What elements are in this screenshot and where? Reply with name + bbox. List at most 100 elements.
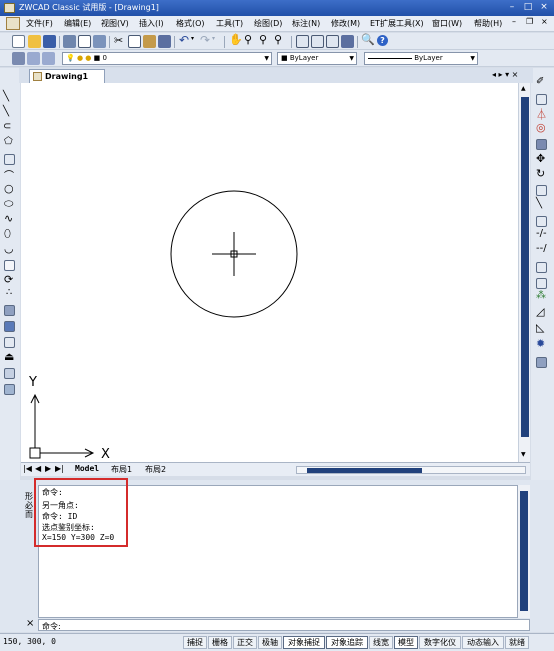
tool-palettes-icon[interactable]: [326, 35, 339, 48]
ellipse-icon[interactable]: ⬯: [4, 227, 11, 241]
dynamic-input-toggle[interactable]: 动态输入: [462, 636, 504, 649]
document-tab-navigation[interactable]: ◂ ▸ ▾ ×: [492, 70, 518, 79]
lengthen-icon[interactable]: [536, 216, 547, 227]
chamfer-icon[interactable]: ◿: [536, 305, 544, 318]
layout-nav-first-button[interactable]: |◀: [23, 464, 32, 473]
rotate-icon[interactable]: ↻: [536, 167, 545, 180]
model-toggle[interactable]: 模型: [394, 636, 418, 649]
new-icon[interactable]: [12, 35, 25, 48]
table-icon[interactable]: [4, 368, 15, 379]
linetype-dropdown[interactable]: ByLayer ▼: [364, 52, 478, 65]
doc-restore-button[interactable]: ❐: [526, 17, 533, 26]
ortho-toggle[interactable]: 正交: [233, 636, 257, 649]
layout-nav-next-button[interactable]: ▶: [45, 464, 51, 473]
offset-icon[interactable]: ◎: [536, 121, 546, 134]
horizontal-scroll-thumb[interactable]: [307, 468, 422, 473]
scroll-up-icon[interactable]: ▲: [521, 85, 526, 92]
revision-cloud-icon[interactable]: ⬭: [4, 197, 13, 211]
minimize-button[interactable]: –: [505, 1, 519, 14]
command-vertical-scrollbar[interactable]: [518, 485, 530, 618]
polyline-icon[interactable]: ⊂: [3, 121, 11, 132]
menu-window[interactable]: 窗口(W): [432, 18, 462, 29]
maximize-button[interactable]: □: [521, 1, 535, 14]
menu-insert[interactable]: 插入(I): [139, 18, 164, 29]
arc-icon[interactable]: ⌒: [4, 167, 14, 182]
close-button[interactable]: ×: [537, 1, 551, 14]
trim-icon[interactable]: -/-: [536, 228, 547, 239]
polar-toggle[interactable]: 极轴: [258, 636, 282, 649]
move-icon[interactable]: ✥: [536, 152, 545, 165]
drawing-canvas[interactable]: Y X: [21, 83, 518, 462]
open-icon[interactable]: [28, 35, 41, 48]
explode-icon[interactable]: ✹: [536, 337, 545, 350]
calculator-icon[interactable]: [341, 35, 354, 48]
canvas-horizontal-scrollbar[interactable]: [296, 466, 526, 474]
match-properties-icon[interactable]: [158, 35, 171, 48]
break-icon[interactable]: [536, 278, 547, 289]
zoom-icon[interactable]: 🔍: [361, 33, 375, 46]
make-block-icon[interactable]: ⟳: [4, 273, 13, 286]
menu-help[interactable]: 帮助(H): [474, 18, 502, 29]
print-icon[interactable]: [63, 35, 76, 48]
stretch-icon[interactable]: ╲: [536, 198, 542, 209]
break-at-point-icon[interactable]: [536, 262, 547, 273]
zoom-realtime-icon[interactable]: ⚲: [244, 33, 252, 46]
vertical-scroll-thumb[interactable]: [521, 97, 529, 437]
menu-tools[interactable]: 工具(T): [216, 18, 243, 29]
circle-icon[interactable]: ○: [4, 182, 14, 195]
array-icon[interactable]: [536, 139, 547, 150]
layer-previous-icon[interactable]: [27, 52, 40, 65]
copy-icon[interactable]: [128, 35, 141, 48]
polygon-icon[interactable]: ⬠: [4, 136, 13, 147]
make-object-layer-current-icon[interactable]: [42, 52, 55, 65]
help-icon[interactable]: ?: [377, 35, 388, 46]
paste-icon[interactable]: [143, 35, 156, 48]
tablet-toggle[interactable]: 数字化仪: [419, 636, 461, 649]
ellipse-arc-icon[interactable]: ◡: [4, 242, 14, 255]
design-center-icon[interactable]: [311, 35, 324, 48]
redo-icon[interactable]: ↷: [200, 33, 210, 47]
region-icon[interactable]: [4, 337, 15, 348]
rectangle-icon[interactable]: [4, 154, 15, 165]
tab-layout1[interactable]: 布局1: [111, 464, 132, 475]
zoom-window-icon[interactable]: ⚲: [259, 33, 267, 46]
join-icon[interactable]: ⁂: [536, 290, 546, 301]
doc-minimize-button[interactable]: –: [512, 17, 516, 26]
layer-dropdown[interactable]: 💡 ● ● ■ 0 ▼: [62, 52, 272, 65]
mirror-icon[interactable]: ⏃: [536, 106, 547, 122]
menu-modify[interactable]: 修改(M): [331, 18, 360, 29]
redo-dropdown-icon[interactable]: ▾: [212, 35, 215, 42]
construction-line-icon[interactable]: ╲: [3, 106, 9, 117]
color-dropdown[interactable]: ■ ByLayer ▼: [277, 52, 357, 65]
doc-close-button[interactable]: ×: [541, 17, 548, 26]
command-input[interactable]: 命令:: [38, 619, 530, 631]
undo-dropdown-icon[interactable]: ▾: [191, 35, 194, 42]
print-preview-icon[interactable]: [78, 35, 91, 48]
menu-dimension[interactable]: 标注(N): [292, 18, 320, 29]
tab-drawing1[interactable]: Drawing1: [29, 69, 105, 83]
otrack-toggle[interactable]: 对象追踪: [326, 636, 368, 649]
grid-toggle[interactable]: 栅格: [208, 636, 232, 649]
gradient-icon[interactable]: [4, 321, 15, 332]
canvas-vertical-scrollbar[interactable]: ▲ ▼: [518, 83, 530, 462]
properties-palette-icon[interactable]: [536, 357, 547, 368]
boundary-icon[interactable]: ⏏: [4, 350, 14, 363]
layout-nav-prev-button[interactable]: ◀: [35, 464, 41, 473]
scroll-down-icon[interactable]: ▼: [521, 451, 526, 458]
fillet-icon[interactable]: ◺: [536, 321, 544, 334]
menu-file[interactable]: 文件(F): [26, 18, 53, 29]
insert-block-icon[interactable]: [4, 260, 15, 271]
menu-et-tools[interactable]: ET扩展工具(X): [370, 18, 424, 29]
properties-icon[interactable]: [296, 35, 309, 48]
extend-icon[interactable]: --/: [536, 243, 547, 254]
point-icon[interactable]: ∴: [6, 287, 12, 298]
snap-toggle[interactable]: 捕捉: [183, 636, 207, 649]
menu-edit[interactable]: 编辑(E): [64, 18, 91, 29]
pan-icon[interactable]: ✋: [229, 33, 243, 46]
erase-icon[interactable]: ✐: [536, 76, 544, 87]
zoom-previous-icon[interactable]: ⚲: [274, 33, 282, 46]
spline-icon[interactable]: ∿: [4, 212, 13, 225]
command-scroll-thumb[interactable]: [520, 491, 528, 611]
hatch-icon[interactable]: [4, 305, 15, 316]
publish-icon[interactable]: [93, 35, 106, 48]
